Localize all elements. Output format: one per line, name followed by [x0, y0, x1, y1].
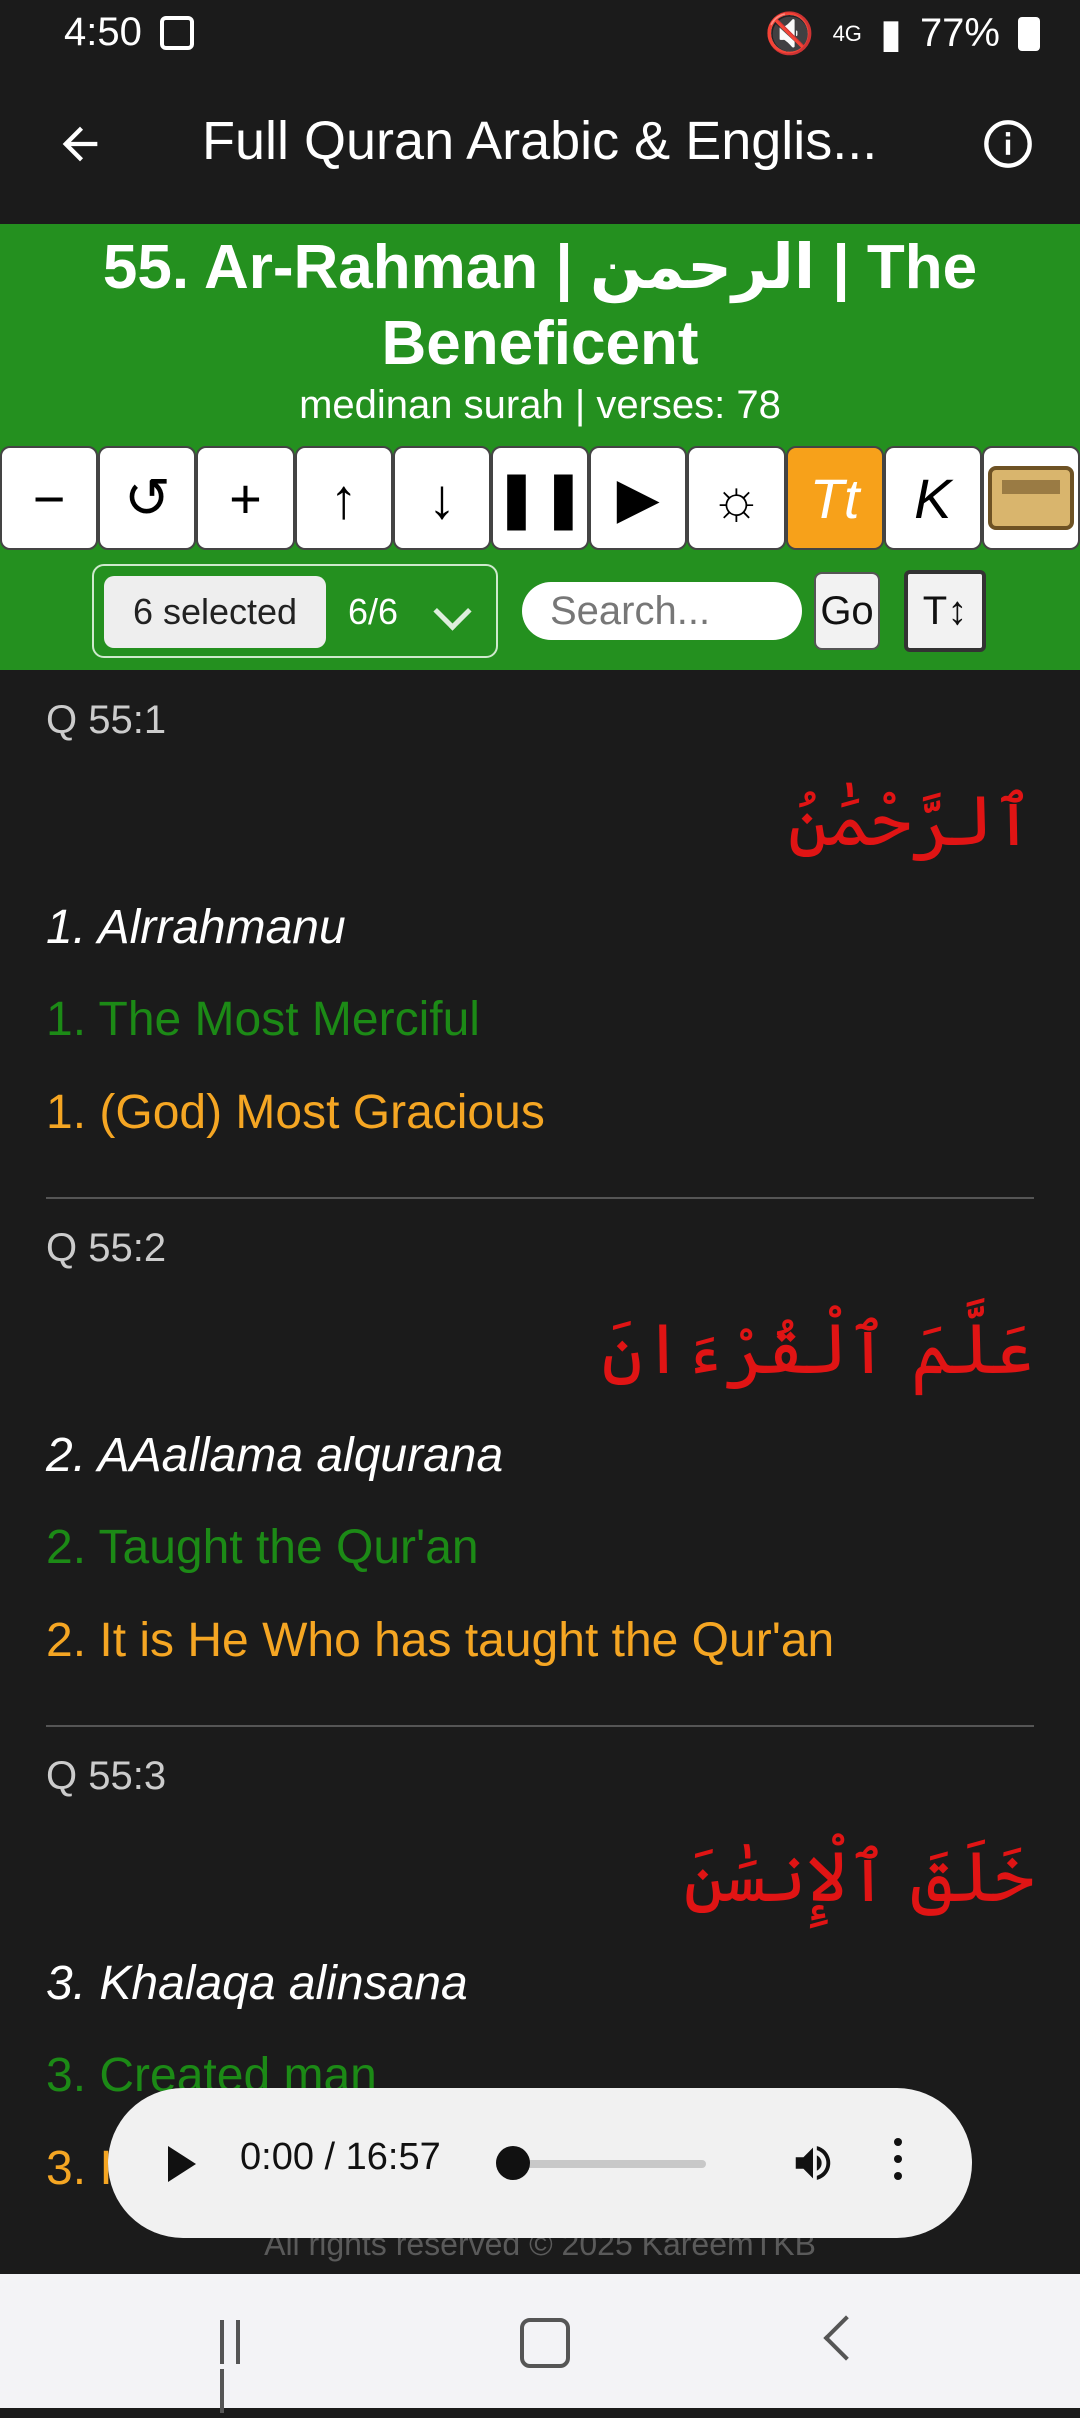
text-style-button[interactable]: Tt: [785, 446, 884, 550]
play-icon[interactable]: [168, 2146, 196, 2182]
verse-arabic: خَلَقَ ٱلْإِنسَٰنَ: [683, 1836, 1034, 1918]
zoom-out-button[interactable]: −: [0, 446, 99, 550]
search-input[interactable]: [522, 582, 802, 640]
verse-transliteration: 2. AAallama alqurana: [46, 1429, 504, 1482]
image-notification-icon: [160, 16, 194, 50]
verse-translation-2: 1. (God) Most Gracious: [46, 1086, 545, 1139]
chevron-down-icon: [433, 592, 472, 631]
radio-icon: [987, 466, 1074, 530]
app-bar: Full Quran Arabic & Englis...: [0, 66, 1080, 224]
status-icons: 🔇 4G ▮ 77%: [765, 10, 1040, 57]
system-nav-bar: [0, 2274, 1080, 2413]
verse-translation-2: 2. It is He Who has taught the Qur'an: [46, 1614, 835, 1667]
status-bar: 4:50 🔇 4G ▮ 77%: [0, 0, 1080, 66]
back-arrow-icon[interactable]: [54, 118, 106, 170]
volume-icon[interactable]: [786, 2140, 840, 2186]
recent-apps-icon[interactable]: [220, 2320, 264, 2413]
verse-arabic: عَلَّمَ ٱلْقُرْءَانَ: [601, 1308, 1034, 1390]
verse-item: Q 55:1 ٱلرَّحْمَٰنُ 1. Alrrahmanu 1. The…: [0, 670, 1080, 1199]
surah-title: 55. Ar-Rahman | الرحمن | The Beneficent: [102, 233, 978, 378]
toolbar: − ↺ + ↑ ↓ ❚❚ ▶ ☼ Tt K: [0, 446, 1080, 552]
network-type: 4G: [832, 20, 862, 46]
reset-icon[interactable]: ↺: [98, 446, 197, 550]
verse-translation-2: 3. I: [46, 2142, 113, 2195]
selected-count: 6/6: [348, 591, 399, 632]
radio-button[interactable]: [981, 446, 1080, 550]
info-icon[interactable]: [982, 118, 1034, 170]
battery-percent: 77%: [919, 11, 1000, 55]
translation-selector[interactable]: 6 selected 6/6: [92, 564, 498, 658]
text-size-button[interactable]: T↕: [904, 570, 986, 652]
verse-arabic: ٱلرَّحْمَٰنُ: [787, 780, 1034, 862]
k-button[interactable]: K: [883, 446, 982, 550]
audio-time: 0:00 / 16:57: [240, 2136, 441, 2178]
home-icon[interactable]: [520, 2318, 570, 2368]
pause-icon[interactable]: ❚❚: [490, 446, 590, 550]
controls-row: 6 selected 6/6 Go T↕: [0, 552, 1080, 670]
verse-transliteration: 3. Khalaqa alinsana: [46, 1957, 468, 2010]
page-title: Full Quran Arabic & Englis...: [202, 111, 878, 171]
verse-item: Q 55:2 عَلَّمَ ٱلْقُرْءَانَ 2. AAallama …: [0, 1198, 1080, 1727]
selected-chip: 6 selected: [104, 576, 326, 648]
zoom-in-button[interactable]: +: [196, 446, 295, 550]
more-options-icon[interactable]: [894, 2138, 902, 2188]
audio-player: 0:00 / 16:57: [108, 2088, 972, 2238]
verse-translation-1: 2. Taught the Qur'an: [46, 1521, 479, 1574]
back-nav-icon[interactable]: [823, 2315, 869, 2361]
battery-icon: [1018, 16, 1040, 51]
mute-icon: 🔇: [764, 12, 815, 56]
verse-translation-1: 1. The Most Merciful: [46, 993, 480, 1046]
go-button[interactable]: Go: [814, 572, 880, 650]
clock: 4:50: [64, 10, 142, 54]
verse-ref: Q 55:3: [46, 1754, 167, 1798]
scroll-down-icon[interactable]: ↓: [392, 446, 491, 550]
verse-transliteration: 1. Alrrahmanu: [46, 901, 346, 954]
scroll-up-icon[interactable]: ↑: [294, 446, 393, 550]
audio-progress-thumb[interactable]: [496, 2146, 530, 2180]
surah-header: 55. Ar-Rahman | الرحمن | The Beneficent …: [0, 224, 1080, 446]
verse-ref: Q 55:1: [46, 698, 167, 742]
verse-list: Q 55:1 ٱلرَّحْمَٰنُ 1. Alrrahmanu 1. The…: [0, 670, 1080, 2254]
flag-icon[interactable]: ▶: [589, 446, 688, 550]
signal-icon: ▮: [879, 11, 902, 56]
brightness-icon[interactable]: ☼: [687, 446, 786, 550]
surah-subtitle: medinan surah | verses: 78: [299, 383, 781, 427]
verse-ref: Q 55:2: [46, 1226, 167, 1270]
